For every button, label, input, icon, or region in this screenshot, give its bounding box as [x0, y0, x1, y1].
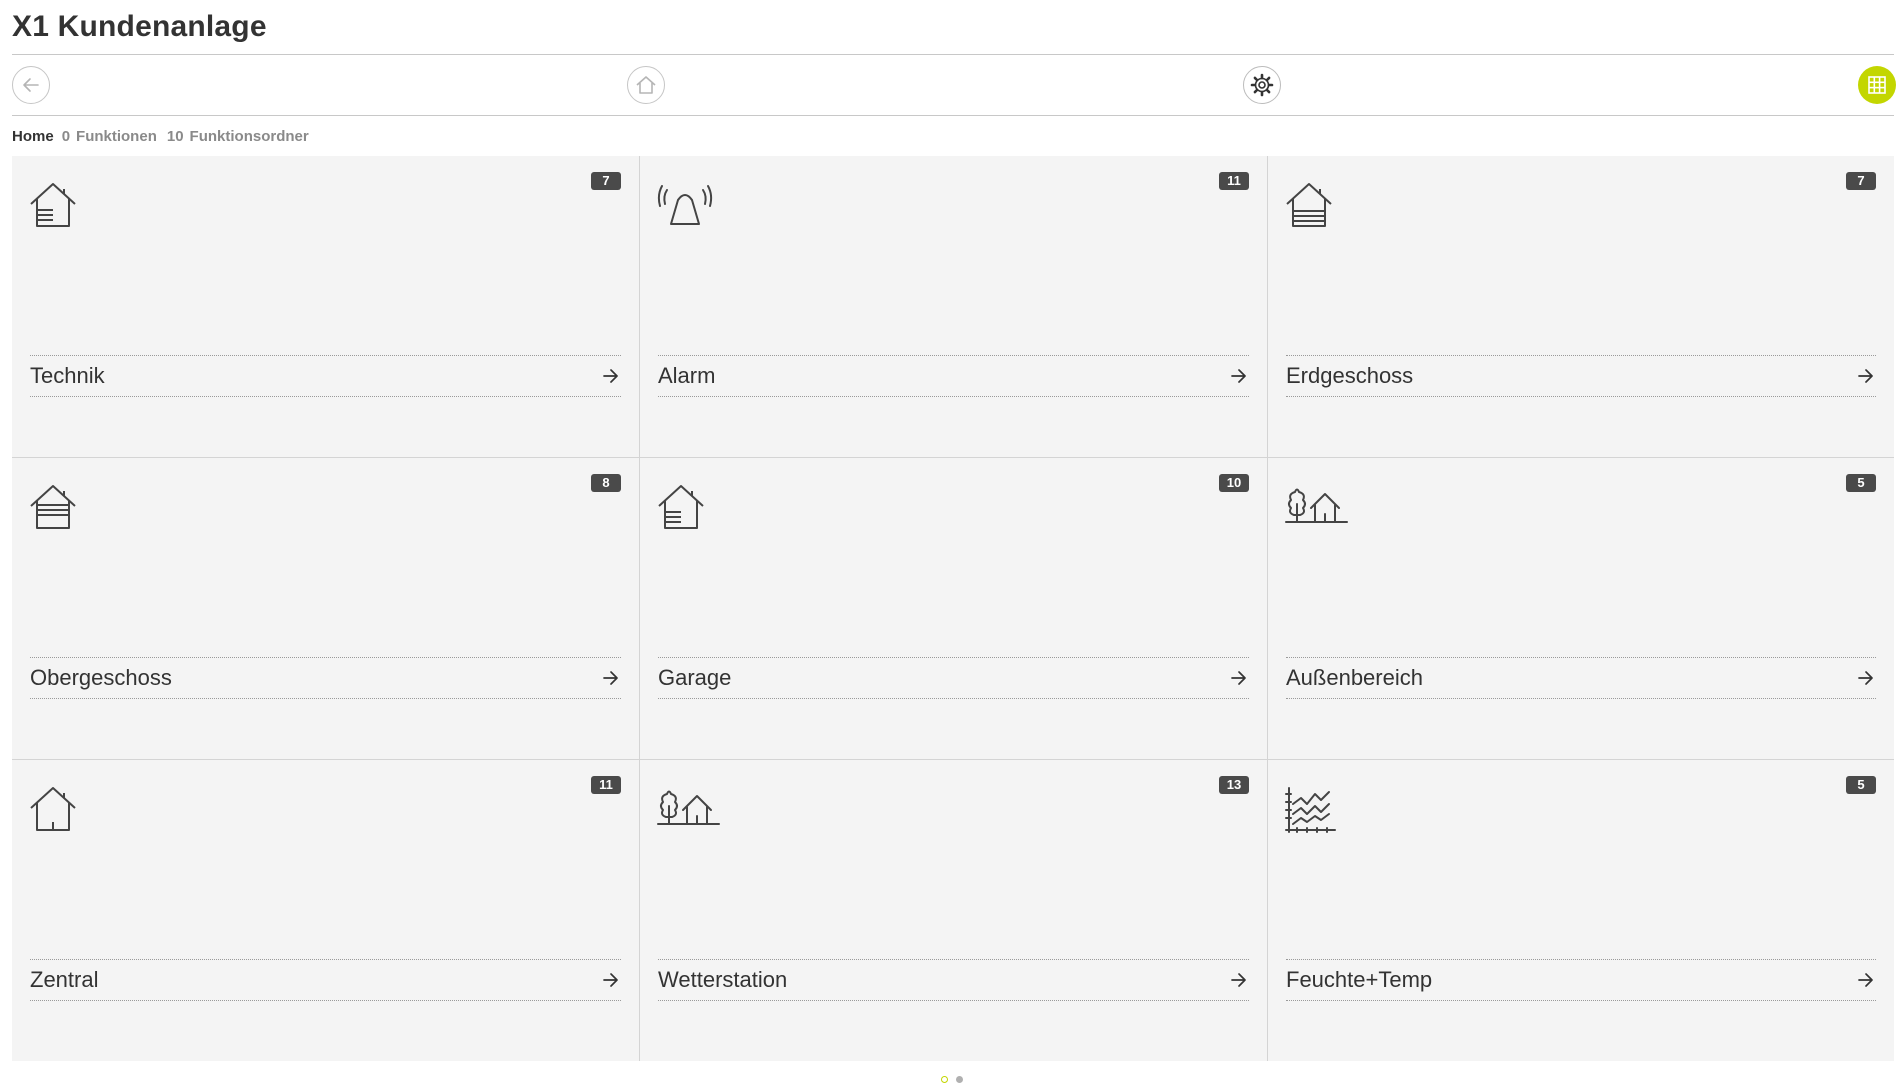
tile-label: Feuchte+Temp: [1286, 967, 1433, 992]
breadcrumb: Home 0 Funktionen 10 Funktionsordner: [12, 128, 313, 145]
page-indicator: [941, 1076, 963, 1083]
tile-label: Erdgeschoss: [1286, 363, 1414, 388]
tile-count-badge: 13: [1219, 776, 1249, 794]
tile-label: Außenbereich: [1286, 665, 1423, 690]
tile-count-badge: 5: [1846, 474, 1876, 492]
house-lines-icon: [30, 183, 76, 227]
tile-footer: Erdgeschoss: [1286, 355, 1876, 397]
house-icon: [30, 787, 76, 831]
house-lines-icon: [658, 485, 704, 529]
tile-footer: Obergeschoss: [30, 657, 621, 699]
tile-zentral[interactable]: 11 Zentral: [12, 760, 640, 1061]
tile-feuchte-temp[interactable]: 5 Feuchte+Temp: [1268, 760, 1894, 1061]
gear-icon: [1250, 73, 1274, 97]
arrow-right-icon: [1231, 973, 1246, 987]
tile-count-badge: 8: [591, 474, 621, 492]
functions-label: Funktionen: [76, 128, 157, 145]
toolbar-divider: [12, 115, 1894, 116]
home-icon: [636, 76, 656, 94]
tile-footer: Alarm: [658, 355, 1249, 397]
tile-label: Wetterstation: [658, 967, 788, 992]
tile-footer: Technik: [30, 355, 621, 397]
tile-footer: Garage: [658, 657, 1249, 699]
tile-label: Alarm: [658, 363, 716, 388]
tile-obergeschoss[interactable]: 8 Obergeschoss: [12, 458, 640, 760]
grid-view-button[interactable]: [1858, 66, 1896, 104]
page-dot[interactable]: [956, 1076, 963, 1083]
tile-label: Technik: [30, 363, 105, 388]
tile-footer: Zentral: [30, 959, 621, 1001]
tile-label: Zentral: [30, 967, 99, 992]
back-button[interactable]: [12, 66, 50, 104]
house-upper-floor-icon: [30, 485, 76, 529]
page: X1 Kundenanlage Home 0 Funktionen 10 Fun…: [0, 0, 1903, 1091]
tile-count-badge: 11: [1219, 172, 1249, 190]
page-title: X1 Kundenanlage: [12, 10, 267, 43]
arrow-right-icon: [1231, 369, 1246, 383]
arrow-right-icon: [1231, 671, 1246, 685]
arrow-right-icon: [1858, 369, 1873, 383]
tile-label: Garage: [658, 665, 732, 690]
tile-count-badge: 7: [591, 172, 621, 190]
settings-button[interactable]: [1243, 66, 1281, 104]
arrow-right-icon: [1858, 671, 1873, 685]
tile-garage[interactable]: 10 Garage: [640, 458, 1268, 760]
arrow-left-icon: [23, 78, 39, 92]
header-divider: [12, 54, 1894, 55]
tile-count-badge: 7: [1846, 172, 1876, 190]
tile-footer: Außenbereich: [1286, 657, 1876, 699]
folders-label: Funktionsordner: [189, 128, 309, 145]
chart-lines-icon: [1285, 787, 1336, 833]
alarm-bell-icon: [657, 185, 713, 225]
arrow-right-icon: [603, 671, 618, 685]
tile-count-badge: 5: [1846, 776, 1876, 794]
arrow-right-icon: [1858, 973, 1873, 987]
grid-view-icon: [1868, 76, 1886, 94]
tree-house-icon: [1285, 488, 1348, 523]
tile-footer: Wetterstation: [658, 959, 1249, 1001]
tile-count-badge: 11: [591, 776, 621, 794]
tile-wetterstation[interactable]: 13 Wetterstation: [640, 760, 1268, 1061]
page-dot-current[interactable]: [941, 1076, 948, 1083]
tree-house-icon: [657, 790, 720, 825]
breadcrumb-home[interactable]: Home: [12, 128, 54, 145]
folders-count: 10: [166, 128, 184, 145]
tile-aussenbereich[interactable]: 5 Außenbereich: [1268, 458, 1894, 760]
house-ground-floor-icon: [1286, 183, 1332, 227]
tile-alarm[interactable]: 11 Alarm: [640, 156, 1268, 458]
arrow-right-icon: [603, 369, 618, 383]
tile-footer: Feuchte+Temp: [1286, 959, 1876, 1001]
folder-grid: 7 Technik 11 Alarm 7 Erdgeschoss 8 Oberg…: [12, 156, 1894, 1061]
tile-count-badge: 10: [1219, 474, 1249, 492]
tile-erdgeschoss[interactable]: 7 Erdgeschoss: [1268, 156, 1894, 458]
tile-label: Obergeschoss: [30, 665, 172, 690]
functions-count: 0: [61, 128, 71, 145]
home-button[interactable]: [627, 66, 665, 104]
tile-technik[interactable]: 7 Technik: [12, 156, 640, 458]
arrow-right-icon: [603, 973, 618, 987]
